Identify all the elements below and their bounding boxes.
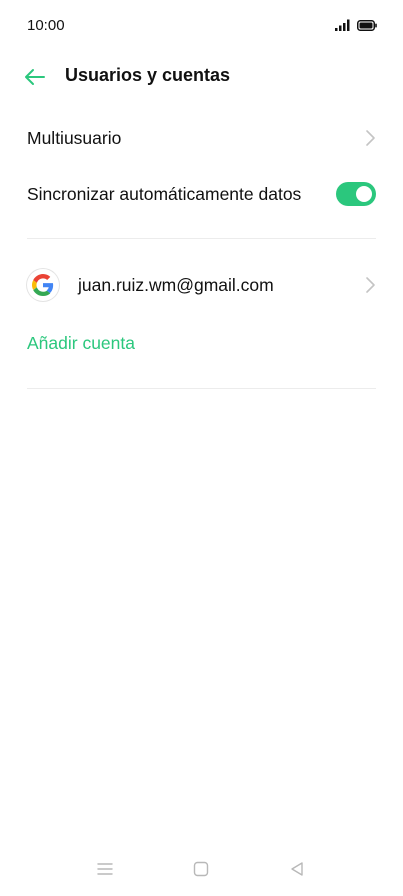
- chevron-right-icon: [364, 276, 376, 294]
- battery-icon: [357, 18, 377, 36]
- auto-sync-row: Sincronizar automáticamente datos: [27, 174, 376, 214]
- back-triangle-icon: [289, 861, 305, 882]
- multiuser-row[interactable]: Multiusuario: [27, 118, 376, 158]
- status-icons: [335, 18, 377, 36]
- auto-sync-toggle[interactable]: [336, 182, 376, 206]
- navigation-bar: [0, 846, 403, 896]
- back-button[interactable]: [22, 65, 48, 89]
- page-title: Usuarios y cuentas: [65, 65, 231, 85]
- status-time: 10:00: [27, 17, 65, 34]
- multiuser-label: Multiusuario: [27, 127, 122, 148]
- account-row[interactable]: juan.ruiz.wm@gmail.com: [27, 265, 376, 305]
- divider: [27, 388, 376, 389]
- home-icon: [193, 861, 209, 882]
- chevron-right-icon: [364, 129, 376, 147]
- home-button[interactable]: [189, 859, 213, 883]
- header: Usuarios y cuentas: [0, 52, 403, 102]
- arrow-left-icon: [22, 69, 48, 93]
- account-email: juan.ruiz.wm@gmail.com: [78, 274, 274, 295]
- auto-sync-label: Sincronizar automáticamente datos: [27, 183, 302, 204]
- signal-icon: [335, 18, 351, 36]
- add-account-link[interactable]: Añadir cuenta: [27, 333, 135, 354]
- menu-icon: [97, 862, 113, 881]
- menu-button[interactable]: [93, 859, 117, 883]
- google-icon: [27, 269, 59, 301]
- back-nav-button[interactable]: [285, 859, 309, 883]
- status-bar: 10:00: [0, 0, 403, 52]
- toggle-knob: [356, 186, 372, 202]
- divider: [27, 238, 376, 239]
